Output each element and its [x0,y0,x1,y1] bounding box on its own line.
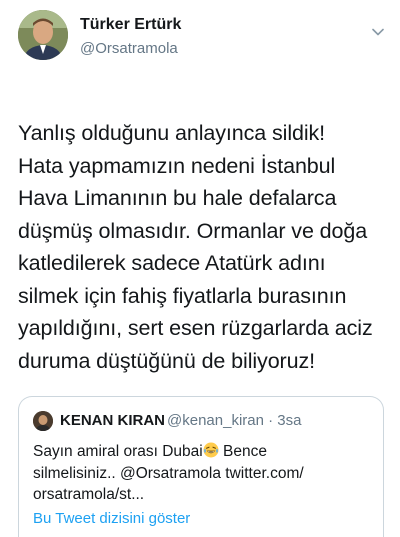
tweet-text-line: silmek için fahiş fiyatlarla burasının [18,283,347,308]
quoted-author-avatar [33,411,53,431]
tweet-text: Yanlış olduğunu anlayınca sildik! Hata y… [18,117,386,377]
tweet-text-line: Hava Limanının bu hale defalarca [18,186,337,210]
quoted-text-part: Bence [218,443,267,460]
laughing-emoji-icon [203,442,219,458]
avatar-photo-icon [33,411,53,431]
chevron-down-icon[interactable] [370,24,386,40]
tweet-card: Türker Ertürk @Orsatramola Yanlış olduğu… [0,0,400,537]
tweet-header: Türker Ertürk @Orsatramola [18,10,388,72]
author-name[interactable]: Türker Ertürk [80,16,181,34]
quoted-tweet-text: Sayın amiral orası Dubai Bence silmelisi… [33,441,373,506]
tweet-text-line: yapıldığını, sert esen rüzgarlarda aciz [18,316,373,340]
quoted-text-line: orsatramola/st... [33,486,145,503]
tweet-text-line: düşmüş olmasıdır. Ormanlar ve doğa [18,218,368,243]
tweet-text-line: Yanlış olduğunu anlayınca sildik! [18,121,326,145]
show-thread-link[interactable]: Bu Tweet dizisini göster [33,510,190,527]
quoted-text-part: Sayın amiral orası Dubai [33,443,203,460]
quoted-tweet[interactable]: KENAN KIRAN @kenan_kiran · 3sa Sayın ami… [18,396,384,537]
tweet-text-line: katledilerek sadece Atatürk adını [18,251,326,275]
avatar-photo-icon [18,10,68,60]
quoted-text-line: silmelisiniz.. @Orsatramola twitter.com/ [33,464,304,482]
quoted-text-line: Sayın amiral orası Dubai Bence [33,441,373,463]
author-avatar[interactable] [18,10,68,60]
tweet-text-line: duruma düştüğünü de biliyoruz! [18,348,315,373]
author-handle[interactable]: @Orsatramola [80,40,178,57]
quoted-tweet-header: KENAN KIRAN @kenan_kiran · 3sa [33,411,373,433]
quoted-author-name: KENAN KIRAN [60,412,165,429]
quoted-author-meta: @kenan_kiran · 3sa [167,412,302,429]
tweet-text-line: Hata yapmamızın nedeni İstanbul [18,153,336,178]
